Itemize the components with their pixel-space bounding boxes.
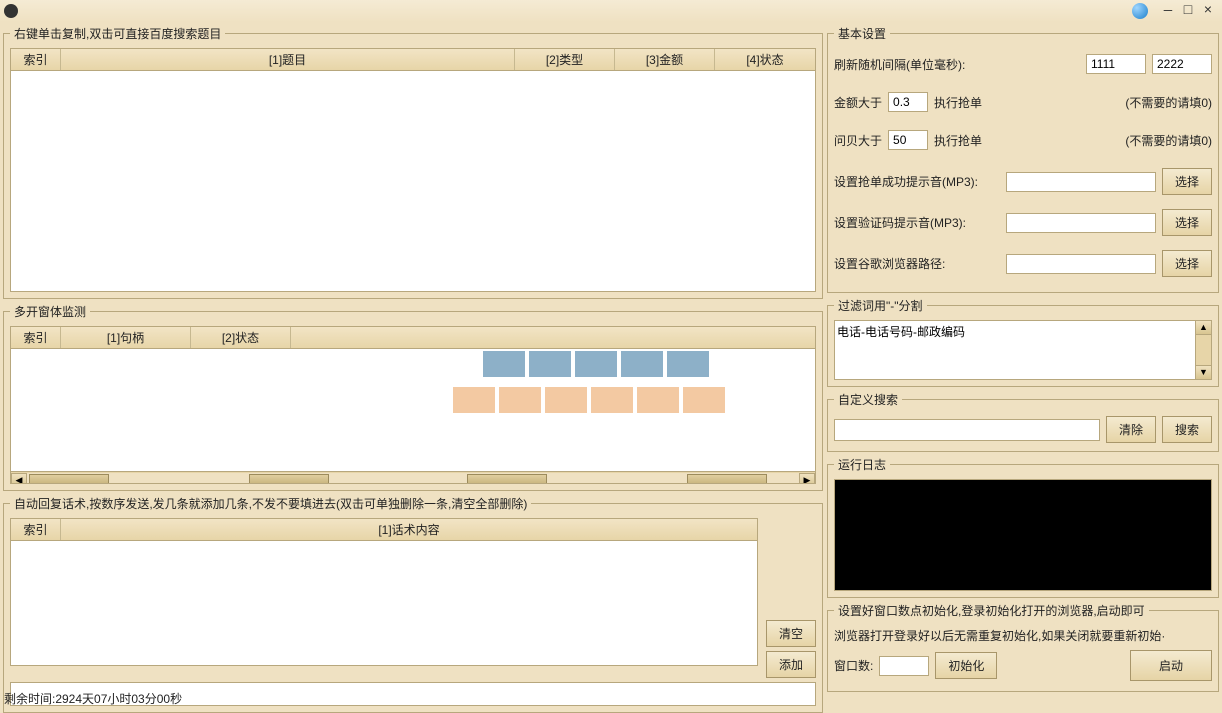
status-orb-icon [1132, 3, 1148, 19]
col-index[interactable]: 索引 [11, 49, 61, 70]
scroll-thumb[interactable] [249, 474, 329, 485]
scroll-up-icon[interactable]: ▲ [1196, 321, 1211, 335]
filter-panel: 过滤词用"-"分割 电话-电话号码-邮政编码 ▲ ▼ [827, 297, 1219, 387]
scroll-thumb[interactable] [467, 474, 547, 485]
ask-label: 问贝大于 [834, 132, 882, 149]
col-type[interactable]: [2]类型 [515, 49, 615, 70]
sound-captcha-label: 设置验证码提示音(MP3): [834, 214, 966, 231]
clear-search-button[interactable]: 清除 [1106, 416, 1156, 443]
reply-panel: 自动回复话术,按数序发送,发几条就添加几条,不发不要填进去(双击可单独删除一条,… [3, 495, 823, 713]
minimize-button[interactable]: — [1158, 3, 1178, 19]
status-bar: 剩余时间:2924天07小时03分00秒 [4, 690, 182, 707]
init-legend: 设置好窗口数点初始化,登录初始化打开的浏览器,启动即可 [834, 602, 1149, 619]
refresh-label: 刷新随机间隔(单位毫秒): [834, 56, 965, 73]
select-sound-success-button[interactable]: 选择 [1162, 168, 1212, 195]
select-sound-captcha-button[interactable]: 选择 [1162, 209, 1212, 236]
search-input[interactable] [834, 419, 1100, 441]
col-handle[interactable]: [1]句柄 [61, 327, 191, 348]
redacted-block-icon [481, 349, 741, 379]
exec-label: 执行抢单 [934, 132, 982, 149]
col-amount[interactable]: [3]金额 [615, 49, 715, 70]
col-status[interactable]: [4]状态 [715, 49, 815, 70]
basic-legend: 基本设置 [834, 25, 890, 42]
refresh-min-input[interactable] [1086, 54, 1146, 74]
log-output [834, 479, 1212, 591]
col-index[interactable]: 索引 [11, 519, 61, 540]
scroll-thumb[interactable] [29, 474, 109, 485]
basic-settings-panel: 基本设置 刷新随机间隔(单位毫秒): 金额大于 执行抢单 (不需要的请填0) 问… [827, 25, 1219, 293]
app-icon [4, 4, 18, 18]
init-note: 浏览器打开登录好以后无需重复初始化,如果关闭就要重新初始· [834, 627, 1212, 644]
hint-zero: (不需要的请填0) [1125, 94, 1212, 111]
add-reply-button[interactable]: 添加 [766, 651, 816, 678]
scroll-left-icon[interactable]: ◀ [11, 473, 27, 485]
questions-legend: 右键单击复制,双击可直接百度搜索题目 [10, 25, 225, 42]
log-panel: 运行日志 [827, 456, 1219, 598]
reply-legend: 自动回复话术,按数序发送,发几条就添加几条,不发不要填进去(双击可单独删除一条,… [10, 495, 531, 512]
search-button[interactable]: 搜索 [1162, 416, 1212, 443]
init-button[interactable]: 初始化 [935, 652, 997, 679]
search-panel: 自定义搜索 清除 搜索 [827, 391, 1219, 452]
clear-reply-button[interactable]: 清空 [766, 620, 816, 647]
sound-captcha-input[interactable] [1006, 213, 1156, 233]
horizontal-scrollbar[interactable]: ◀ ▶ [11, 471, 815, 484]
filter-textarea[interactable]: 电话-电话号码-邮政编码 [834, 320, 1196, 380]
close-button[interactable]: × [1198, 3, 1218, 19]
filter-legend: 过滤词用"-"分割 [834, 297, 927, 314]
windows-legend: 多开窗体监测 [10, 303, 90, 320]
search-legend: 自定义搜索 [834, 391, 902, 408]
scroll-down-icon[interactable]: ▼ [1196, 365, 1211, 379]
col-index[interactable]: 索引 [11, 327, 61, 348]
vertical-scrollbar[interactable]: ▲ ▼ [1196, 320, 1212, 380]
chrome-path-label: 设置谷歌浏览器路径: [834, 255, 945, 272]
window-count-input[interactable] [879, 656, 929, 676]
exec-label: 执行抢单 [934, 94, 982, 111]
chrome-path-input[interactable] [1006, 254, 1156, 274]
refresh-max-input[interactable] [1152, 54, 1212, 74]
questions-list[interactable]: 索引 [1]题目 [2]类型 [3]金额 [4]状态 [10, 48, 816, 292]
col-content[interactable]: [1]话术内容 [61, 519, 757, 540]
scroll-thumb[interactable] [687, 474, 767, 485]
ask-input[interactable] [888, 130, 928, 150]
questions-panel: 右键单击复制,双击可直接百度搜索题目 索引 [1]题目 [2]类型 [3]金额 … [3, 25, 823, 299]
hint-zero: (不需要的请填0) [1125, 132, 1212, 149]
sound-success-input[interactable] [1006, 172, 1156, 192]
windows-panel: 多开窗体监测 索引 [1]句柄 [2]状态 ◀ [3, 303, 823, 491]
init-panel: 设置好窗口数点初始化,登录初始化打开的浏览器,启动即可 浏览器打开登录好以后无需… [827, 602, 1219, 692]
log-legend: 运行日志 [834, 456, 890, 473]
scroll-right-icon[interactable]: ▶ [799, 473, 815, 485]
maximize-button[interactable]: □ [1178, 3, 1198, 19]
amount-label: 金额大于 [834, 94, 882, 111]
col-status[interactable]: [2]状态 [191, 327, 291, 348]
reply-list[interactable]: 索引 [1]话术内容 [10, 518, 758, 666]
select-chrome-button[interactable]: 选择 [1162, 250, 1212, 277]
window-count-label: 窗口数: [834, 657, 873, 674]
amount-input[interactable] [888, 92, 928, 112]
col-title[interactable]: [1]题目 [61, 49, 515, 70]
windows-list[interactable]: 索引 [1]句柄 [2]状态 ◀ [10, 326, 816, 484]
sound-success-label: 设置抢单成功提示音(MP3): [834, 173, 978, 190]
start-button[interactable]: 启动 [1130, 650, 1212, 681]
titlebar: — □ × [0, 0, 1222, 22]
redacted-block-icon [451, 385, 771, 415]
